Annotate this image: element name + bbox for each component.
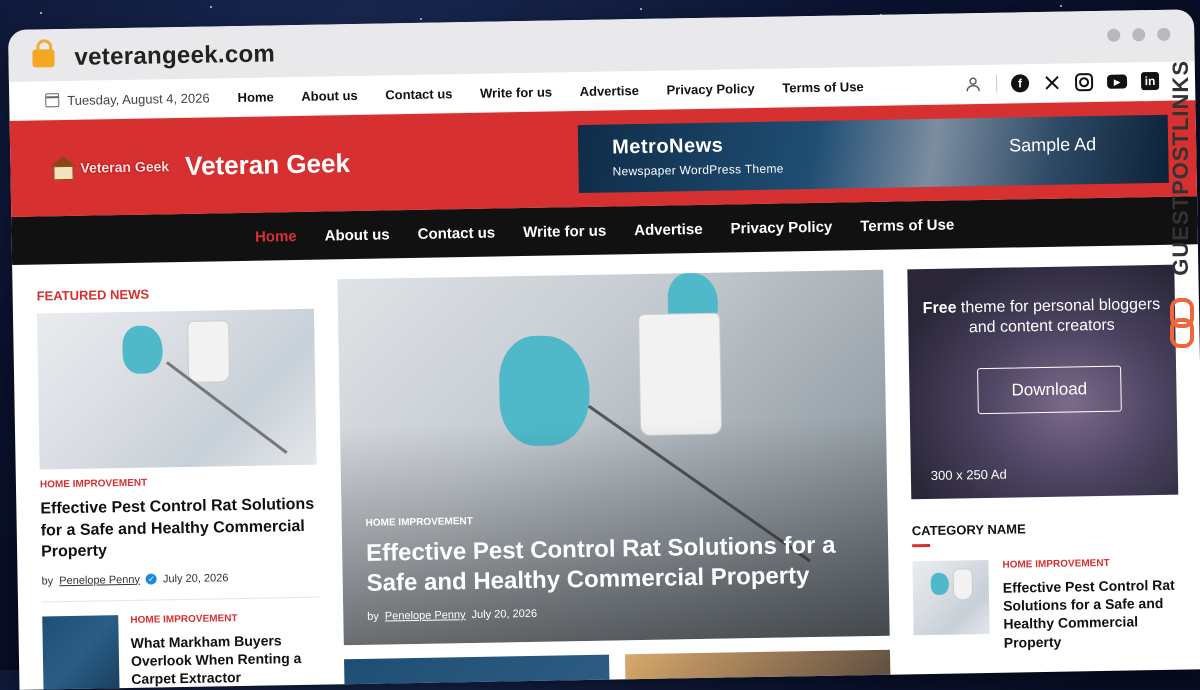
post-title[interactable]: Effective Pest Control Rat Solutions for…: [1003, 576, 1181, 652]
by-label: by: [41, 575, 54, 588]
post-category[interactable]: HOME IMPROVEMENT: [130, 611, 319, 626]
featured-column: FEATURED NEWS HOME IMPROVEMENT Effective…: [36, 280, 320, 690]
top-nav-privacy[interactable]: Privacy Policy: [666, 80, 754, 97]
top-nav: Home About us Contact us Write for us Ad…: [225, 78, 875, 105]
window-controls: [1107, 27, 1171, 42]
main-nav-about[interactable]: About us: [325, 226, 390, 244]
divider: [41, 596, 319, 603]
hero-caption: HOME IMPROVEMENT Effective Pest Control …: [366, 509, 866, 623]
verified-icon: ✓: [145, 573, 158, 585]
ad-size-label: 300 x 250 Ad: [930, 466, 1007, 483]
category-title: CATEGORY NAME: [911, 521, 1026, 539]
house-logo-icon: [50, 155, 77, 181]
featured-section-title: FEATURED NEWS: [36, 286, 150, 304]
sidebar-ad[interactable]: Free theme for personal bloggers and con…: [907, 264, 1179, 500]
sidebar: Free theme for personal bloggers and con…: [907, 264, 1181, 690]
featured-post-image[interactable]: [36, 308, 317, 470]
by-label: by: [367, 610, 379, 623]
ad-title: MetroNews: [611, 134, 724, 159]
main-nav-contact[interactable]: Contact us: [418, 224, 496, 242]
url-text[interactable]: veterangeek.com: [74, 40, 275, 71]
post-thumbnail[interactable]: [343, 654, 610, 690]
user-icon[interactable]: [964, 75, 982, 93]
hero-title[interactable]: Effective Pest Control Rat Solutions for…: [366, 530, 865, 599]
window-dot-icon[interactable]: [1107, 28, 1121, 42]
main-nav-advertise[interactable]: Advertise: [634, 220, 703, 238]
post-date: July 20, 2026: [471, 607, 538, 621]
main-nav-home[interactable]: Home: [255, 227, 297, 245]
watermark-text: GUESTPOSTLINKS: [1168, 60, 1193, 276]
header-ad-banner[interactable]: MetroNews Newspaper WordPress Theme Samp…: [577, 114, 1169, 194]
top-nav-write[interactable]: Write for us: [480, 84, 552, 100]
author-link[interactable]: Penelope Penny: [59, 574, 140, 587]
post-meta: by Penelope Penny ✓ July 20, 2026: [42, 570, 319, 587]
post-title[interactable]: What Markham Buyers Overlook When Rentin…: [131, 630, 321, 688]
main-nav-terms[interactable]: Terms of Use: [860, 216, 954, 235]
browser-window: veterangeek.com Tuesday, August 4, 2026 …: [8, 9, 1200, 690]
list-item[interactable]: HOME IMPROVEMENT Effective Pest Control …: [912, 557, 1181, 653]
main-nav-privacy[interactable]: Privacy Policy: [730, 218, 832, 237]
social-links: f ▶ in: [964, 71, 1160, 93]
top-nav-advertise[interactable]: Advertise: [580, 82, 640, 98]
facebook-icon[interactable]: f: [1010, 74, 1030, 93]
post-category[interactable]: HOME IMPROVEMENT: [40, 475, 317, 491]
post-category[interactable]: HOME IMPROVEMENT: [1002, 557, 1179, 571]
hero-meta: by Penelope Penny July 20, 2026: [367, 602, 865, 623]
ad-tag: Sample Ad: [1008, 134, 1097, 156]
link-icon: [1168, 298, 1194, 348]
top-nav-home[interactable]: Home: [237, 89, 273, 105]
date-display: Tuesday, August 4, 2026: [45, 90, 210, 108]
linkedin-icon[interactable]: in: [1140, 71, 1160, 91]
calendar-icon: [45, 93, 60, 108]
lock-icon: [32, 39, 55, 71]
ad-text: Free theme for personal bloggers and con…: [908, 295, 1176, 340]
top-nav-terms[interactable]: Terms of Use: [782, 79, 864, 95]
post-thumbnail[interactable]: [42, 614, 120, 690]
logo-text: Veteran Geek: [80, 158, 170, 176]
download-button[interactable]: Download: [976, 365, 1122, 415]
post-date: July 20, 2026: [162, 572, 229, 586]
main-content: FEATURED NEWS HOME IMPROVEMENT Effective…: [12, 244, 1200, 690]
top-nav-about[interactable]: About us: [301, 87, 358, 103]
divider: [995, 74, 998, 93]
top-nav-contact[interactable]: Contact us: [385, 86, 452, 102]
window-dot-icon[interactable]: [1132, 28, 1146, 42]
ad-text-body: theme for personal bloggers and content …: [960, 295, 1161, 337]
divider: [912, 543, 931, 548]
x-twitter-icon[interactable]: [1043, 74, 1061, 92]
hero-column: HOME IMPROVEMENT Effective Pest Control …: [337, 269, 891, 690]
site-title[interactable]: Veteran Geek: [185, 148, 350, 182]
window-dot-icon[interactable]: [1157, 27, 1171, 41]
youtube-icon[interactable]: ▶: [1106, 74, 1128, 89]
hero-post[interactable]: HOME IMPROVEMENT Effective Pest Control …: [337, 269, 890, 646]
site-logo[interactable]: Veteran Geek Veteran Geek: [50, 148, 350, 184]
hero-category[interactable]: HOME IMPROVEMENT: [366, 509, 864, 529]
date-text: Tuesday, August 4, 2026: [67, 89, 210, 108]
instagram-icon[interactable]: [1074, 73, 1094, 92]
list-item[interactable]: HOME IMPROVEMENT What Markham Buyers Ove…: [42, 611, 321, 690]
ad-subtitle: Newspaper WordPress Theme: [612, 161, 784, 179]
post-thumbnail[interactable]: [912, 559, 990, 636]
main-nav-write[interactable]: Write for us: [523, 222, 606, 240]
ad-text-bold: Free: [922, 299, 957, 318]
featured-post-title[interactable]: Effective Pest Control Rat Solutions for…: [40, 494, 318, 564]
author-link[interactable]: Penelope Penny: [385, 609, 466, 622]
